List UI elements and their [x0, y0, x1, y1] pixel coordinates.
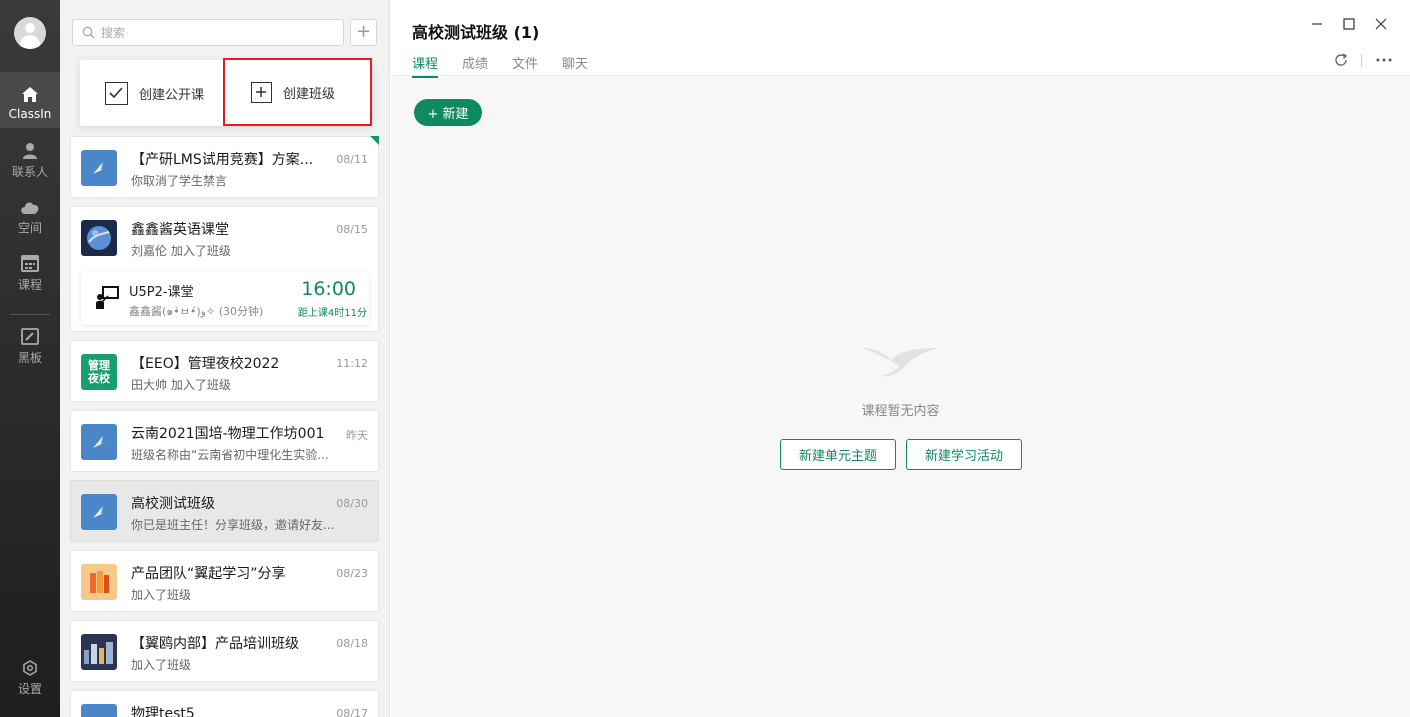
lesson-name: U5P2-课堂 — [129, 285, 194, 300]
class-badge-icon: 管理 夜校 — [81, 354, 117, 390]
plus-box-icon — [251, 81, 272, 103]
books-avatar-icon — [81, 564, 117, 600]
home-icon — [22, 87, 38, 102]
conversation-title: 【产研LMS试用竞赛】方案... — [131, 152, 314, 168]
empty-state-text: 课程暂无内容 — [861, 404, 940, 419]
conversation-item[interactable]: 鑫鑫酱英语课堂 08/15 刘嘉伦 加入了班级 U5P2-课堂 鑫鑫酱(๑•̀ㅂ… — [70, 206, 379, 332]
conversation-date: 昨天 — [346, 429, 368, 442]
conversation-date: 11:12 — [336, 357, 368, 370]
close-icon[interactable] — [1371, 14, 1391, 34]
conversation-item[interactable]: 云南2021国培-物理工作坊001 昨天 班级名称由“云南省初中理化生实验... — [70, 410, 379, 472]
conversation-title: 【EEO】管理夜校2022 — [131, 356, 280, 372]
conversation-date: 08/11 — [336, 153, 368, 166]
conversation-item[interactable]: 物理test5 08/17 — [70, 690, 379, 717]
search-box[interactable] — [72, 19, 344, 46]
conversation-title: 【翼鸥内部】产品培训班级 — [131, 636, 299, 652]
class-logo-icon — [81, 150, 117, 186]
lesson-time: 16:00 — [301, 278, 356, 300]
minimize-icon[interactable] — [1307, 14, 1327, 34]
upcoming-lesson-card[interactable]: U5P2-课堂 鑫鑫酱(๑•̀ㅂ•́)و✧ (30分钟) 16:00 距上课4时… — [81, 271, 369, 325]
conversation-subtitle: 加入了班级 — [131, 588, 192, 602]
conversation-item[interactable]: 【翼鸥内部】产品培训班级 08/18 加入了班级 — [70, 620, 379, 682]
new-activity-button[interactable]: 新建学习活动 — [906, 439, 1022, 470]
lesson-countdown: 距上课4时11分 — [297, 308, 367, 319]
conversation-title: 物理test5 — [131, 706, 195, 717]
tab-grades[interactable]: 成绩 — [462, 53, 488, 72]
conversation-title: 产品团队“翼起学习”分享 — [131, 566, 286, 582]
teacher-board-icon — [96, 286, 119, 309]
cloud-icon — [21, 202, 39, 214]
nav-label: 课程 — [17, 278, 42, 292]
checkbox-icon — [105, 81, 128, 105]
blackboard-icon — [21, 328, 39, 345]
user-avatar[interactable] — [14, 17, 46, 49]
new-unit-button[interactable]: 新建单元主题 — [780, 439, 896, 470]
nav-item-space[interactable]: 空间 — [0, 200, 60, 236]
conversation-list: + 【产研LMS试用竞赛】方案... 08/11 你取消了学生禁言 鑫鑫酱英语课… — [60, 0, 390, 717]
class-header: 高校测试班级 (1) 课程 成绩 文件 聊天 — [391, 0, 1410, 78]
conversation-date: 08/30 — [336, 497, 368, 510]
nav-rail: ClassIn 联系人 空间 课程 黑板 设置 — [0, 0, 60, 717]
create-menu-popup: 创建公开课 创建班级 — [80, 58, 372, 126]
class-logo-icon — [81, 494, 117, 530]
conversation-date: 08/23 — [336, 567, 368, 580]
conversation-item[interactable]: 管理 夜校 【EEO】管理夜校2022 11:12 田大帅 加入了班级 — [70, 340, 379, 402]
conversation-title: 云南2021国培-物理工作坊001 — [131, 426, 325, 442]
option-label: 创建公开课 — [139, 87, 205, 103]
conversation-date: 08/18 — [336, 637, 368, 650]
class-logo-icon — [81, 704, 117, 717]
classin-logo-icon — [863, 348, 939, 377]
lesson-teacher: 鑫鑫酱(๑•̀ㅂ•́)و✧ (30分钟) — [129, 305, 264, 318]
conversation-title: 高校测试班级 — [131, 496, 215, 512]
new-button[interactable]: + 新建 — [414, 99, 482, 126]
nav-label: 联系人 — [11, 165, 48, 179]
conversation-title: 鑫鑫酱英语课堂 — [131, 222, 229, 238]
conversation-item-selected[interactable]: 高校测试班级 08/30 你已是班主任！分享班级，邀请好友... — [70, 480, 379, 542]
conversation-date: 08/17 — [336, 707, 368, 717]
add-button[interactable]: + — [350, 19, 377, 46]
conversation-subtitle: 你已是班主任！分享班级，邀请好友... — [131, 518, 335, 532]
class-logo-icon — [81, 424, 117, 460]
maximize-icon[interactable] — [1339, 14, 1359, 34]
main-pane: 高校测试班级 (1) 课程 成绩 文件 聊天 + 新建 课程暂无内容 新建单元主… — [391, 0, 1410, 717]
create-class-option[interactable]: 创建班级 — [223, 58, 372, 126]
create-public-course-option[interactable]: 创建公开课 — [105, 60, 204, 126]
conversation-date: 08/15 — [336, 223, 368, 236]
conversation-subtitle: 加入了班级 — [131, 658, 192, 672]
planet-avatar-icon — [81, 220, 117, 256]
contacts-icon — [23, 143, 37, 159]
unread-corner-marker — [370, 136, 379, 145]
nav-item-courses[interactable]: 课程 — [0, 254, 60, 293]
toolbar-divider — [1361, 54, 1362, 67]
tab-chat[interactable]: 聊天 — [562, 53, 588, 72]
conversation-subtitle: 刘嘉伦 加入了班级 — [131, 244, 231, 258]
conversation-item[interactable]: 产品团队“翼起学习”分享 08/23 加入了班级 — [70, 550, 379, 612]
conversation-item[interactable]: 【产研LMS试用竞赛】方案... 08/11 你取消了学生禁言 — [70, 136, 379, 198]
city-photo-avatar-icon — [81, 634, 117, 670]
nav-item-blackboard[interactable]: 黑板 — [0, 328, 60, 366]
tab-files[interactable]: 文件 — [512, 53, 538, 72]
calendar-icon — [21, 255, 39, 272]
nav-label: ClassIn — [8, 107, 52, 121]
more-icon[interactable] — [1375, 52, 1393, 68]
conversation-subtitle: 田大帅 加入了班级 — [131, 378, 231, 392]
nav-divider — [10, 314, 50, 315]
option-label: 创建班级 — [283, 86, 336, 102]
nav-label: 空间 — [17, 221, 42, 235]
conversation-subtitle: 你取消了学生禁言 — [131, 174, 228, 188]
page-title: 高校测试班级 (1) — [412, 23, 540, 42]
refresh-icon[interactable] — [1333, 52, 1349, 68]
nav-item-contacts[interactable]: 联系人 — [0, 142, 60, 180]
conversation-subtitle: 班级名称由“云南省初中理化生实验... — [131, 448, 329, 462]
nav-label: 设置 — [17, 682, 42, 696]
nav-item-settings[interactable]: 设置 — [0, 660, 60, 697]
tab-courses[interactable]: 课程 — [412, 53, 439, 78]
nav-item-classin[interactable]: ClassIn — [0, 72, 60, 128]
settings-icon — [23, 660, 37, 676]
nav-label: 黑板 — [17, 351, 42, 365]
search-input[interactable] — [101, 24, 331, 42]
search-icon — [82, 26, 95, 39]
